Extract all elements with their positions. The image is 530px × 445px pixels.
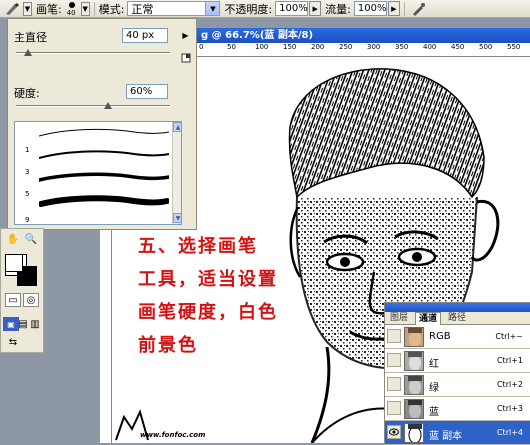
channel-name: 蓝: [429, 407, 439, 418]
mode-select[interactable]: 正常 ▼: [127, 1, 221, 16]
options-bar: ▼ 画笔: 40 ▼ 模式: 正常 ▼ 不透明度: 100% ▶ 流量: 100…: [0, 0, 530, 18]
quick-mask-icon[interactable]: ◎: [23, 293, 39, 307]
hardness-slider-track[interactable]: [16, 105, 170, 107]
diameter-label: 主直径: [14, 31, 47, 44]
ruler-tick-label: 200: [311, 43, 325, 51]
channel-shortcut: Ctrl+1: [496, 356, 523, 365]
brush-picker-panel: 主直径 40 px ▶ 硬度: 60% 1 3 5 9 ▲ ▼: [7, 18, 197, 230]
watermark-text: www.fonfoc.com: [140, 431, 206, 439]
zoom-tool-icon[interactable]: 🔍: [23, 232, 39, 246]
tab-channels[interactable]: 通道: [415, 312, 442, 325]
channel-thumbnail: [404, 423, 424, 443]
visibility-eye-icon[interactable]: [387, 377, 401, 391]
channel-row[interactable]: 绿 Ctrl+2: [385, 373, 530, 397]
tutorial-caption: 五、选择画笔 工具，适当设置 画笔硬度，白色 前景色: [138, 230, 278, 362]
chevron-down-icon[interactable]: ▼: [205, 2, 220, 15]
ruler-tick-label: 350: [395, 43, 409, 51]
brush-preview[interactable]: 40: [64, 1, 80, 17]
screen-mode-full-black-icon[interactable]: ▥: [27, 317, 43, 331]
brush-preset-item[interactable]: 9: [15, 206, 171, 224]
caption-line: 工具，适当设置: [138, 269, 278, 290]
visibility-eye-icon[interactable]: [387, 401, 401, 415]
tool-preset-dropdown[interactable]: ▼: [23, 1, 32, 16]
channel-thumbnail: [404, 351, 424, 371]
hand-tool-icon[interactable]: ✋: [5, 232, 21, 246]
caption-line: 前景色: [138, 335, 198, 356]
ruler-tick-label: 450: [451, 43, 465, 51]
imageready-icon[interactable]: ⇆: [5, 335, 21, 349]
channel-thumbnail: [404, 327, 424, 347]
caption-line: 五、选择画笔: [138, 236, 258, 257]
channel-shortcut: Ctrl+~: [495, 332, 523, 341]
mode-label: 模式:: [98, 2, 125, 16]
channel-name: 蓝 副本: [429, 431, 463, 442]
channel-name: 绿: [429, 383, 439, 394]
channel-shortcut: Ctrl+2: [496, 380, 523, 389]
flow-slider-flyout[interactable]: ▶: [387, 1, 400, 16]
ruler-tick-label: 500: [479, 43, 493, 51]
channels-panel-tabs: 图层 通道 路径: [385, 312, 530, 325]
channels-panel: 图层 通道 路径 RGB Ctrl+~ 红 Ctrl+1 绿 Ctrl+2 蓝 …: [384, 302, 530, 445]
opacity-input[interactable]: 100%: [275, 1, 309, 16]
ruler-tick-label: 150: [283, 43, 297, 51]
brush-label: 画笔:: [36, 2, 62, 16]
opacity-label: 不透明度:: [224, 2, 273, 16]
document-title[interactable]: g @ 66.7%(蓝 副本/8): [197, 28, 530, 43]
horizontal-ruler: 0 50 100 150 200 250 300 350 400 450 500…: [197, 43, 530, 57]
diameter-slider-thumb[interactable]: [24, 49, 33, 56]
channel-name: RGB: [429, 331, 451, 342]
visibility-eye-icon[interactable]: [387, 329, 401, 343]
hardness-slider-thumb[interactable]: [104, 102, 113, 109]
channel-row[interactable]: 蓝 Ctrl+3: [385, 397, 530, 421]
channel-shortcut: Ctrl+3: [496, 404, 523, 413]
separator: [93, 1, 95, 16]
flow-input[interactable]: 100%: [353, 1, 387, 16]
foreground-color-swatch[interactable]: [5, 254, 23, 272]
scroll-up-icon[interactable]: ▲: [173, 122, 181, 132]
standard-mode-icon[interactable]: ▭: [5, 293, 21, 307]
brush-preset-number: 9: [25, 216, 30, 224]
channel-thumbnail: [404, 375, 424, 395]
scroll-down-icon[interactable]: ▼: [173, 213, 181, 223]
channel-name: 红: [429, 359, 439, 370]
channel-thumbnail: [404, 399, 424, 419]
brush-size-preview: 40: [66, 8, 76, 17]
new-preset-icon[interactable]: [180, 52, 191, 63]
tab-paths[interactable]: 路径: [445, 312, 469, 325]
diameter-input[interactable]: 40 px: [122, 28, 168, 43]
brush-preset-list[interactable]: 1 3 5 9 ▲ ▼: [14, 121, 182, 225]
ruler-tick-label: 50: [227, 43, 236, 51]
visibility-eye-icon[interactable]: [387, 425, 401, 439]
channel-row[interactable]: 红 Ctrl+1: [385, 349, 530, 373]
brush-tool-icon[interactable]: [2, 1, 22, 17]
ruler-tick-label: 550: [507, 43, 521, 51]
diameter-slider-track[interactable]: [16, 52, 170, 54]
ruler-tick-label: 0: [199, 43, 204, 51]
ruler-tick-label: 100: [255, 43, 269, 51]
flow-label: 流量:: [325, 2, 351, 16]
caption-line: 画笔硬度，白色: [138, 302, 278, 323]
ruler-tick-label: 250: [339, 43, 353, 51]
mode-value: 正常: [131, 2, 154, 16]
channel-row[interactable]: RGB Ctrl+~: [385, 325, 530, 349]
brush-list-scrollbar[interactable]: ▲ ▼: [172, 122, 181, 224]
toolbox-panel: ✋ 🔍 ▭ ◎ ▣ ▤ ▥ ⇆: [0, 228, 44, 353]
brush-dot-icon: [68, 1, 75, 8]
brush-picker-dropdown[interactable]: ▼: [80, 1, 90, 16]
hardness-label: 硬度:: [14, 87, 40, 100]
hardness-input[interactable]: 60%: [126, 84, 168, 99]
airbrush-icon[interactable]: [409, 1, 427, 17]
visibility-eye-icon[interactable]: [387, 353, 401, 367]
panel-menu-arrow-icon[interactable]: ▶: [180, 30, 191, 41]
channels-panel-titlebar[interactable]: [385, 303, 530, 312]
tab-layers[interactable]: 图层: [387, 312, 411, 325]
opacity-slider-flyout[interactable]: ▶: [309, 1, 322, 16]
ruler-tick-label: 400: [423, 43, 437, 51]
channel-shortcut: Ctrl+4: [496, 428, 523, 437]
separator: [403, 1, 405, 16]
channel-row-selected[interactable]: 蓝 副本 Ctrl+4: [385, 421, 530, 445]
ruler-tick-label: 300: [367, 43, 381, 51]
